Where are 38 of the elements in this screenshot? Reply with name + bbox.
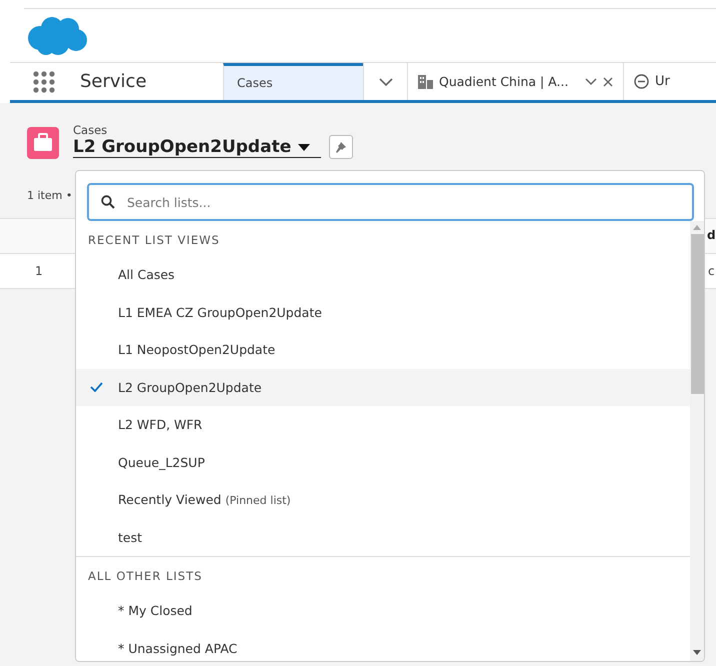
building-icon [418,74,433,88]
list-view-item[interactable]: * My Closed [76,592,690,630]
workspace-tab[interactable]: Ur [655,74,670,89]
column-header: d [707,228,716,242]
search-icon [101,195,115,209]
app-launcher-icon[interactable] [33,70,55,92]
nav-tab[interactable]: Cases [223,63,363,100]
list-view-item[interactable]: test [76,518,690,556]
caret-icon [297,142,312,152]
list-view-item[interactable]: Queue_L2SUP [76,444,690,481]
checkmark-icon [90,382,103,392]
section-heading: RECENT LIST VIEWS [87,232,221,249]
list-view-item[interactable]: * Unassigned APAC [76,630,690,661]
table-cell: c [708,264,715,278]
item-count: 1 item • [27,189,72,202]
list-view-picker[interactable]: L2 GroupOpen2Update [73,137,322,158]
chevron-down-icon[interactable] [585,78,597,86]
list-view-item[interactable]: L1 NeopostOpen2Update [76,331,690,368]
scrollbar[interactable] [690,221,704,661]
app-name: Service [80,71,148,92]
close-icon[interactable] [603,76,613,86]
search-field[interactable]: Search lists... [87,183,694,221]
pin-icon [335,141,348,153]
briefcase-icon [27,127,59,159]
scroll-down-icon[interactable] [693,650,701,655]
minus-circle-icon [634,74,649,89]
pin-button[interactable] [329,135,354,159]
section-heading: ALL OTHER LISTS [87,568,204,585]
row-number: 1 [35,264,43,278]
list-view-item[interactable]: L1 EMEA CZ GroupOpen2Update [76,294,690,331]
object-label: Cases [73,123,108,137]
list-view-item[interactable]: L2 GroupOpen2Update [76,368,690,406]
chevron-down-icon[interactable] [378,76,392,86]
cloud-logo [26,16,88,56]
workspace-tab[interactable]: Quadient China | A... [439,74,579,89]
list-view-item[interactable]: L2 WFD, WFR [76,406,690,444]
list-view-item[interactable]: All Cases [76,256,690,294]
list-view-item[interactable]: Recently Viewed (Pinned list) [76,481,690,518]
